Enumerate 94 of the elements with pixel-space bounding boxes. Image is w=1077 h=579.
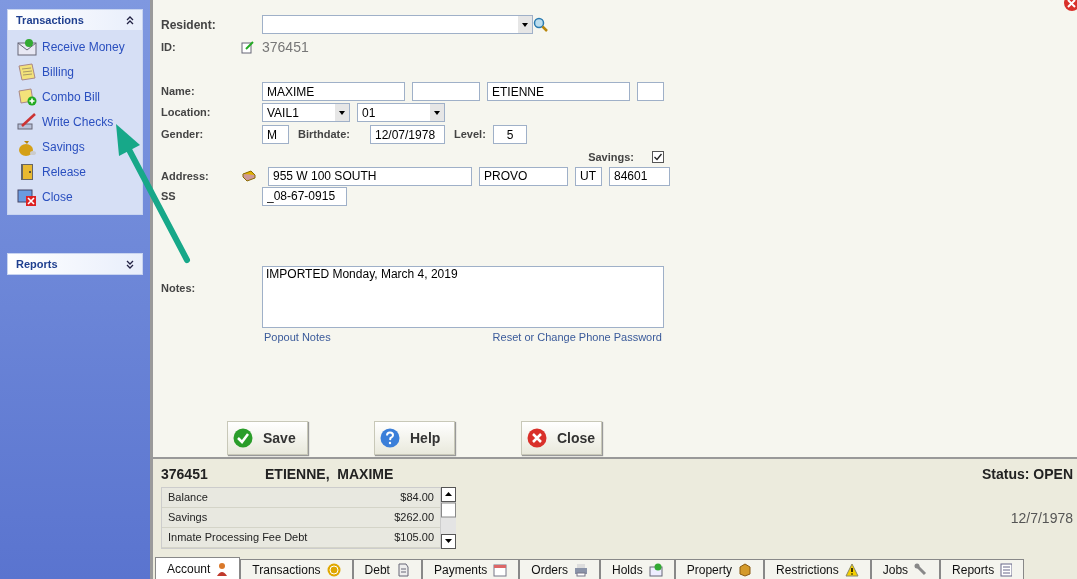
sidebar-item[interactable]: Savings	[17, 137, 85, 157]
collapse-icon[interactable]	[126, 15, 134, 25]
panel-header[interactable]: Transactions	[8, 10, 142, 30]
birthdate-field[interactable]: 12/07/1978	[370, 125, 445, 144]
field-label: Name:	[161, 84, 196, 100]
tab[interactable]: Reports	[940, 559, 1025, 579]
sidebar-item[interactable]: Release	[17, 162, 87, 182]
sidebar-item[interactable]: Receive Money	[17, 37, 125, 57]
balance-label: Inmate Processing Fee Debt	[168, 530, 308, 546]
balance-row[interactable]: Savings $262.00	[162, 508, 440, 528]
coin-icon	[326, 562, 341, 577]
notepad-icon	[17, 63, 37, 81]
action-button[interactable]: Close	[521, 421, 602, 455]
tab[interactable]: Transactions	[240, 559, 353, 579]
field-label: Birthdate:	[297, 127, 351, 143]
last-name-field[interactable]: ETIENNE	[487, 82, 630, 101]
scrollbar[interactable]	[441, 487, 456, 549]
city-field[interactable]: PROVO	[479, 166, 568, 186]
location-combo[interactable]: VAIL1	[262, 103, 350, 122]
zip-field[interactable]: 84601	[609, 166, 670, 186]
envelope-icon	[17, 38, 37, 56]
level-field[interactable]: 5	[493, 125, 527, 144]
envelope-icon	[648, 562, 663, 577]
state-field[interactable]: UT	[575, 166, 602, 186]
tab[interactable]: Account	[155, 557, 241, 579]
tab[interactable]: Payments	[421, 559, 520, 579]
sidebar-item[interactable]: Combo Bill	[17, 87, 101, 107]
wrench-icon	[914, 562, 929, 577]
resident-id: 376451	[161, 465, 209, 484]
list-icon	[1000, 562, 1013, 577]
id-value: 376451	[262, 38, 309, 57]
gender-field[interactable]: M	[262, 125, 289, 144]
expand-icon[interactable]	[126, 259, 134, 269]
balance-amount: $105.00	[394, 530, 434, 546]
link[interactable]: Popout Notes	[264, 328, 331, 345]
balance-amount: $84.00	[400, 490, 434, 506]
sidebar-item[interactable]: Billing	[17, 62, 74, 82]
panel-title: Transactions	[16, 12, 84, 28]
field-label: Notes:	[161, 280, 197, 296]
search-icon[interactable]	[533, 16, 549, 33]
status-text: Status: OPEN	[982, 465, 1073, 484]
close-icon	[527, 428, 547, 448]
warning-icon	[844, 562, 859, 577]
savings-checkbox[interactable]	[652, 151, 664, 164]
balance-row[interactable]: Balance $84.00	[162, 488, 440, 508]
checkmark-icon	[233, 428, 253, 448]
date-text: 12/7/1978	[1010, 508, 1073, 528]
field-label: Address:	[161, 170, 209, 182]
sidebar-item[interactable]: Write Checks	[17, 112, 114, 132]
field-label: Resident:	[161, 16, 217, 34]
tab[interactable]: Jobs	[870, 559, 941, 579]
money-bag-icon	[17, 138, 37, 156]
balance-label: Savings	[168, 510, 208, 526]
edit-icon[interactable]	[241, 41, 254, 54]
field-label: Level:	[453, 127, 487, 143]
field-label: ID:	[161, 40, 177, 56]
unit-combo[interactable]: 01	[357, 103, 445, 122]
balance-row[interactable]: Inmate Processing Fee Debt $105.00	[162, 528, 440, 548]
panel-header[interactable]: Reports	[8, 254, 142, 274]
tab[interactable]: Orders	[519, 559, 600, 579]
calendar-icon	[493, 562, 508, 577]
action-button[interactable]: Help	[374, 421, 455, 455]
box-icon	[738, 562, 753, 577]
tab[interactable]: Holds	[600, 559, 675, 579]
field-label: SS	[161, 188, 177, 204]
close-icon[interactable]	[1063, 0, 1077, 13]
close-window-icon	[17, 188, 37, 206]
field-label: Gender:	[161, 127, 205, 143]
tab[interactable]: Restrictions	[764, 559, 871, 579]
document-icon	[395, 562, 410, 577]
balance-amount: $262.00	[394, 510, 434, 526]
help-icon	[380, 428, 400, 448]
notes-field[interactable]: IMPORTED Monday, March 4, 2019	[262, 265, 664, 328]
action-button[interactable]: Save	[227, 421, 308, 455]
pen-icon	[17, 113, 37, 131]
balance-label: Balance	[168, 490, 208, 506]
field-label: Savings:	[588, 150, 634, 165]
notepad-plus-icon	[17, 88, 37, 106]
sidebar-item[interactable]: Close	[17, 187, 73, 207]
field-label: Location:	[161, 105, 212, 121]
link[interactable]: Reset or Change Phone Password	[492, 328, 662, 345]
tab[interactable]: Debt	[352, 559, 422, 579]
checkmark-icon	[653, 152, 663, 163]
ssn-field[interactable]: _08-67-0915	[262, 186, 347, 206]
street-field[interactable]: 955 W 100 SOUTH	[268, 166, 472, 186]
resident-name: ETIENNE, MAXIME	[265, 465, 395, 484]
book-icon[interactable]	[242, 170, 256, 182]
middle-name-field[interactable]	[412, 82, 480, 101]
first-name-field[interactable]: MAXIME	[262, 82, 405, 101]
printer-icon	[574, 562, 588, 577]
tab[interactable]: Property	[674, 559, 765, 579]
suffix-field[interactable]	[637, 82, 664, 101]
panel-title: Reports	[16, 256, 58, 272]
person-icon	[216, 561, 229, 576]
